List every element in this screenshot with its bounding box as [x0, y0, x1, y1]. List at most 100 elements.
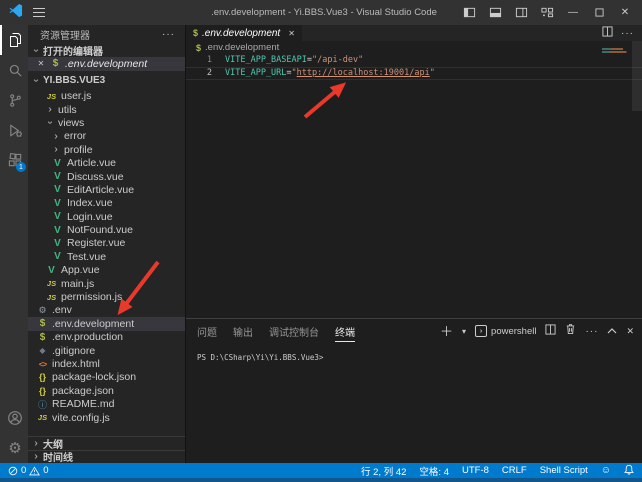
settings-gear-icon[interactable]: ⚙ — [0, 433, 28, 463]
close-button[interactable]: ✕ — [614, 3, 636, 23]
html-icon: <> — [37, 360, 48, 369]
tab-env-development[interactable]: $ .env.development ✕ — [186, 25, 302, 41]
terminal-prompt: PS D:\CSharp\Yi\Yi.BBS.Vue3> — [197, 353, 642, 362]
powershell-icon: › — [475, 325, 487, 337]
tree-item[interactable]: V App.vue — [28, 264, 185, 277]
project-root-folder[interactable]: › YI.BBS.VUE3 — [28, 71, 185, 90]
vue-icon: V — [52, 198, 63, 209]
error-count: 0 — [21, 465, 26, 476]
menu-icon[interactable] — [33, 12, 45, 13]
encoding[interactable]: UTF-8 — [462, 465, 489, 476]
minimap[interactable] — [602, 48, 628, 54]
line-number: 2 — [186, 68, 216, 78]
code-editor[interactable]: 1 VITE_APP_BASEAPI="/api-dev" 2 VITE_APP… — [186, 54, 642, 80]
tree-item[interactable]: ◆ .gitignore — [28, 344, 185, 357]
close-panel-icon[interactable]: ✕ — [626, 326, 634, 337]
braces-icon: {} — [37, 372, 48, 382]
split-terminal-icon[interactable] — [545, 322, 556, 340]
terminal-shell-item[interactable]: › powershell — [475, 325, 536, 337]
tree-item[interactable]: › views — [28, 116, 185, 129]
tab-problems[interactable]: 问题 — [197, 320, 217, 342]
minimize-button[interactable]: — — [562, 3, 584, 23]
kill-terminal-icon[interactable] — [565, 322, 576, 340]
chevron-right-icon: › — [52, 131, 60, 142]
tab-output[interactable]: 输出 — [233, 320, 253, 342]
chevron-right-icon: › — [31, 451, 41, 462]
cursor-position[interactable]: 行 2, 列 42 — [361, 464, 406, 478]
editor-more-actions-icon[interactable]: ··· — [621, 28, 634, 39]
title-bar: .env.development - Yi.BBS.Vue3 - Visual … — [0, 0, 642, 25]
tree-item[interactable]: JS main.js — [28, 277, 185, 290]
tree-item[interactable]: › profile — [28, 143, 185, 156]
account-icon[interactable] — [0, 403, 28, 433]
tree-item[interactable]: V Discuss.vue — [28, 170, 185, 183]
panel-more-actions-icon[interactable]: ··· — [585, 326, 598, 337]
editor-scrollbar[interactable] — [632, 41, 642, 111]
indentation[interactable]: 空格: 4 — [419, 464, 449, 478]
shell-icon: $ — [37, 318, 48, 329]
outline-section[interactable]: › 大纲 — [28, 436, 185, 450]
code-line-1: 1 VITE_APP_BASEAPI="/api-dev" — [186, 54, 642, 67]
search-icon[interactable] — [0, 55, 28, 85]
split-editor-icon[interactable] — [602, 24, 613, 42]
chevron-right-icon: › — [31, 438, 41, 449]
chevron-down-icon: › — [31, 75, 42, 85]
tree-item[interactable]: V NotFound.vue — [28, 223, 185, 236]
feedback-icon[interactable]: ☺ — [601, 466, 611, 476]
tree-item[interactable]: V Test.vue — [28, 250, 185, 263]
url-link[interactable]: http://localhost:19001/api — [297, 68, 430, 78]
tree-item[interactable]: V EditArticle.vue — [28, 183, 185, 196]
timeline-section[interactable]: › 时间线 — [28, 450, 185, 464]
tree-item[interactable]: ⚙ .env — [28, 304, 185, 317]
run-debug-icon[interactable] — [0, 115, 28, 145]
tree-item[interactable]: V Index.vue — [28, 197, 185, 210]
maximize-panel-icon[interactable] — [607, 322, 617, 340]
activity-bar: 1 ⚙ — [0, 25, 28, 463]
new-terminal-icon[interactable]: ＋ — [440, 325, 453, 338]
vue-icon: V — [52, 211, 63, 222]
status-bar: 0 0 行 2, 列 42 空格: 4 UTF-8 CRLF Shell Scr… — [0, 463, 642, 478]
tab-debug-console[interactable]: 调试控制台 — [269, 320, 319, 342]
tab-terminal[interactable]: 终端 — [335, 320, 355, 342]
tree-item[interactable]: V Article.vue — [28, 156, 185, 169]
tree-item[interactable]: <> index.html — [28, 357, 185, 370]
toggle-secondary-sidebar-icon[interactable] — [510, 3, 532, 23]
toggle-panel-icon[interactable] — [484, 3, 506, 23]
tree-item[interactable]: JS permission.js — [28, 290, 185, 303]
terminal-dropdown-icon[interactable]: ▾ — [462, 327, 466, 336]
tree-item[interactable]: {} package.json — [28, 384, 185, 397]
breadcrumb[interactable]: $ .env.development — [186, 41, 642, 54]
extensions-icon[interactable]: 1 — [0, 145, 28, 175]
tree-item[interactable]: JS vite.config.js — [28, 411, 185, 424]
open-editors-section[interactable]: › 打开的编辑器 — [28, 43, 185, 57]
eol[interactable]: CRLF — [502, 465, 527, 476]
maximize-button[interactable] — [588, 3, 610, 23]
tree-item[interactable]: ⓘ README.md — [28, 397, 185, 410]
customize-layout-icon[interactable] — [536, 3, 558, 23]
terminal-content[interactable]: PS D:\CSharp\Yi\Yi.BBS.Vue3> — [186, 343, 642, 362]
problems-status[interactable]: 0 0 — [8, 465, 49, 476]
diamond-icon: ◆ — [37, 346, 48, 355]
tree-item[interactable]: V Register.vue — [28, 237, 185, 250]
notifications-bell-icon[interactable] — [624, 464, 634, 478]
explorer-more-actions-icon[interactable]: ··· — [162, 29, 175, 40]
tree-item[interactable]: {} package-lock.json — [28, 371, 185, 384]
window-bottom-edge — [0, 478, 642, 482]
vue-icon: V — [52, 225, 63, 236]
tree-item[interactable]: $ .env.development — [28, 317, 185, 330]
source-control-icon[interactable] — [0, 85, 28, 115]
tree-item[interactable]: › utils — [28, 103, 185, 116]
tree-item[interactable]: $ .env.production — [28, 331, 185, 344]
toggle-sidebar-icon[interactable] — [458, 3, 480, 23]
tree-item[interactable]: V Login.vue — [28, 210, 185, 223]
shell-icon: $ — [50, 58, 61, 69]
warning-count: 0 — [43, 465, 48, 476]
close-icon[interactable]: ✕ — [36, 59, 46, 68]
language-mode[interactable]: Shell Script — [540, 465, 588, 476]
open-editor-item[interactable]: ✕ $ .env.development — [28, 57, 185, 71]
tab-close-icon[interactable]: ✕ — [288, 29, 295, 38]
explorer-icon[interactable] — [0, 25, 28, 55]
line-number: 1 — [186, 55, 216, 65]
tree-item[interactable]: › error — [28, 130, 185, 143]
tree-item[interactable]: JS user.js — [28, 90, 185, 103]
